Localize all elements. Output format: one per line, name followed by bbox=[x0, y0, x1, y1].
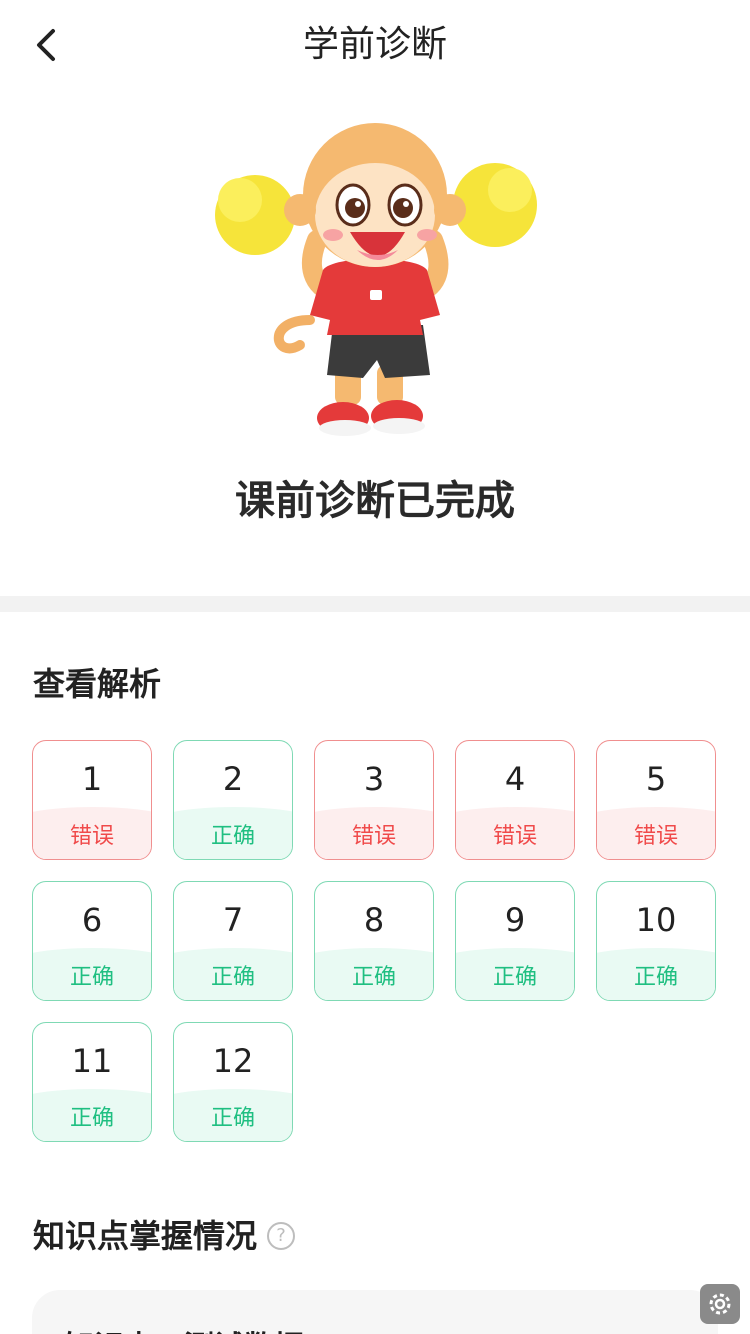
knowledge-card[interactable]: 知识点：测试数据 1.1.1.2 bbox=[32, 1290, 718, 1334]
knowledge-section-title: 知识点掌握情况 ? bbox=[33, 1214, 296, 1258]
review-section-title: 查看解析 bbox=[33, 665, 162, 703]
question-status: 错误 bbox=[633, 824, 678, 849]
question-status: 错误 bbox=[69, 824, 114, 849]
question-number: 5 bbox=[645, 760, 667, 798]
question-cell[interactable]: 2 正确 bbox=[173, 740, 293, 860]
question-circle-icon[interactable]: ? bbox=[267, 1222, 296, 1250]
question-cell[interactable]: 9 正确 bbox=[455, 881, 575, 1001]
question-cell[interactable]: 5 错误 bbox=[596, 740, 716, 860]
question-number: 8 bbox=[363, 901, 385, 939]
question-cell[interactable]: 11 正确 bbox=[32, 1022, 152, 1142]
question-number: 4 bbox=[504, 760, 526, 798]
knowledge-title-text: 知识点掌握情况 bbox=[33, 1217, 258, 1255]
section-divider bbox=[0, 596, 750, 612]
question-cell[interactable]: 7 正确 bbox=[173, 881, 293, 1001]
page: 学前诊断 课前诊断已完成 查看解析 1 错误 2 正确 3 错误 4 错误 5 … bbox=[0, 0, 750, 1334]
question-status: 正确 bbox=[492, 965, 537, 990]
completion-status: 课前诊断已完成 bbox=[235, 478, 515, 524]
floating-settings-button[interactable] bbox=[700, 1284, 740, 1324]
question-number: 6 bbox=[81, 901, 103, 939]
mascot-illustration bbox=[215, 123, 537, 436]
question-cell[interactable]: 10 正确 bbox=[596, 881, 716, 1001]
knowledge-point-row: 知识点：测试数据 1.1.1.2 bbox=[64, 1322, 432, 1334]
question-status: 正确 bbox=[69, 1106, 114, 1131]
question-status: 错误 bbox=[351, 824, 396, 849]
question-number: 10 bbox=[635, 901, 677, 939]
question-status: 正确 bbox=[210, 824, 255, 849]
question-status: 正确 bbox=[210, 1106, 255, 1131]
question-number: 12 bbox=[212, 1042, 254, 1080]
question-number: 7 bbox=[222, 901, 244, 939]
page-title: 学前诊断 bbox=[302, 24, 447, 65]
question-cell[interactable]: 8 正确 bbox=[314, 881, 434, 1001]
question-status: 正确 bbox=[69, 965, 114, 990]
nav-bar: 学前诊断 bbox=[0, 0, 750, 92]
question-status: 正确 bbox=[633, 965, 678, 990]
question-status: 正确 bbox=[210, 965, 255, 990]
question-number: 2 bbox=[222, 760, 244, 798]
question-number: 1 bbox=[81, 760, 103, 798]
question-cell[interactable]: 6 正确 bbox=[32, 881, 152, 1001]
question-number: 3 bbox=[363, 760, 385, 798]
question-cell[interactable]: 3 错误 bbox=[314, 740, 434, 860]
question-cell[interactable]: 4 错误 bbox=[455, 740, 575, 860]
question-status: 错误 bbox=[492, 824, 537, 849]
question-status: 正确 bbox=[351, 965, 396, 990]
question-number: 11 bbox=[71, 1042, 113, 1080]
question-cell[interactable]: 1 错误 bbox=[32, 740, 152, 860]
gear-icon bbox=[709, 1293, 731, 1315]
question-number: 9 bbox=[504, 901, 526, 939]
question-cell[interactable]: 12 正确 bbox=[173, 1022, 293, 1142]
